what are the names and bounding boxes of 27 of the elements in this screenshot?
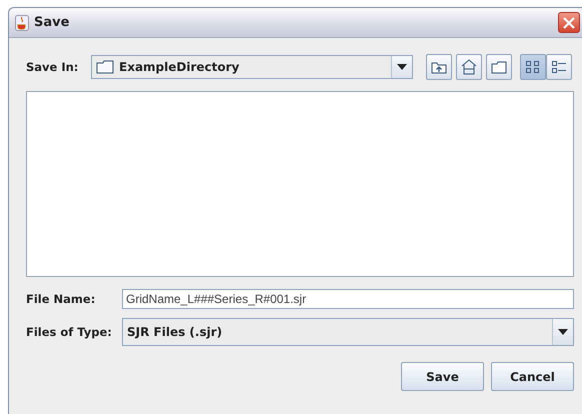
home-button[interactable]	[456, 54, 482, 80]
dialog-button[interactable]: Cancel	[491, 362, 574, 391]
folder-icon	[491, 60, 507, 74]
file-type-value: SJR Files (.sjr)	[126, 325, 224, 339]
folder-icon	[96, 60, 114, 74]
list-view-button[interactable]	[520, 54, 546, 80]
folder-up-icon	[431, 60, 447, 74]
close-icon	[562, 16, 576, 30]
save-in-dropdown[interactable]: ExampleDirectory	[91, 55, 413, 79]
new-folder-button[interactable]	[486, 54, 512, 80]
close-button[interactable]	[558, 12, 580, 33]
file-name-label: File Name:	[26, 292, 96, 306]
dialog-button[interactable]: Save	[401, 362, 484, 391]
details-view-button[interactable]	[546, 54, 572, 80]
caret-icon	[558, 329, 568, 335]
up-folder-button[interactable]	[426, 54, 452, 80]
list-view-icon	[525, 60, 541, 74]
files-of-type-label: Files of Type:	[26, 325, 113, 339]
java-cup-icon	[15, 14, 29, 30]
file-name-field[interactable]: GridName_L###Series_R#001.sjr	[122, 289, 574, 309]
directory-name: ExampleDirectory	[119, 60, 240, 74]
caret-icon	[397, 64, 407, 70]
file-type-dropdown[interactable]: SJR Files (.sjr)	[122, 318, 574, 346]
window-title: Save	[34, 15, 70, 30]
home-icon	[461, 59, 477, 75]
save-in-label: Save In:	[26, 60, 80, 74]
details-view-icon	[551, 60, 567, 74]
